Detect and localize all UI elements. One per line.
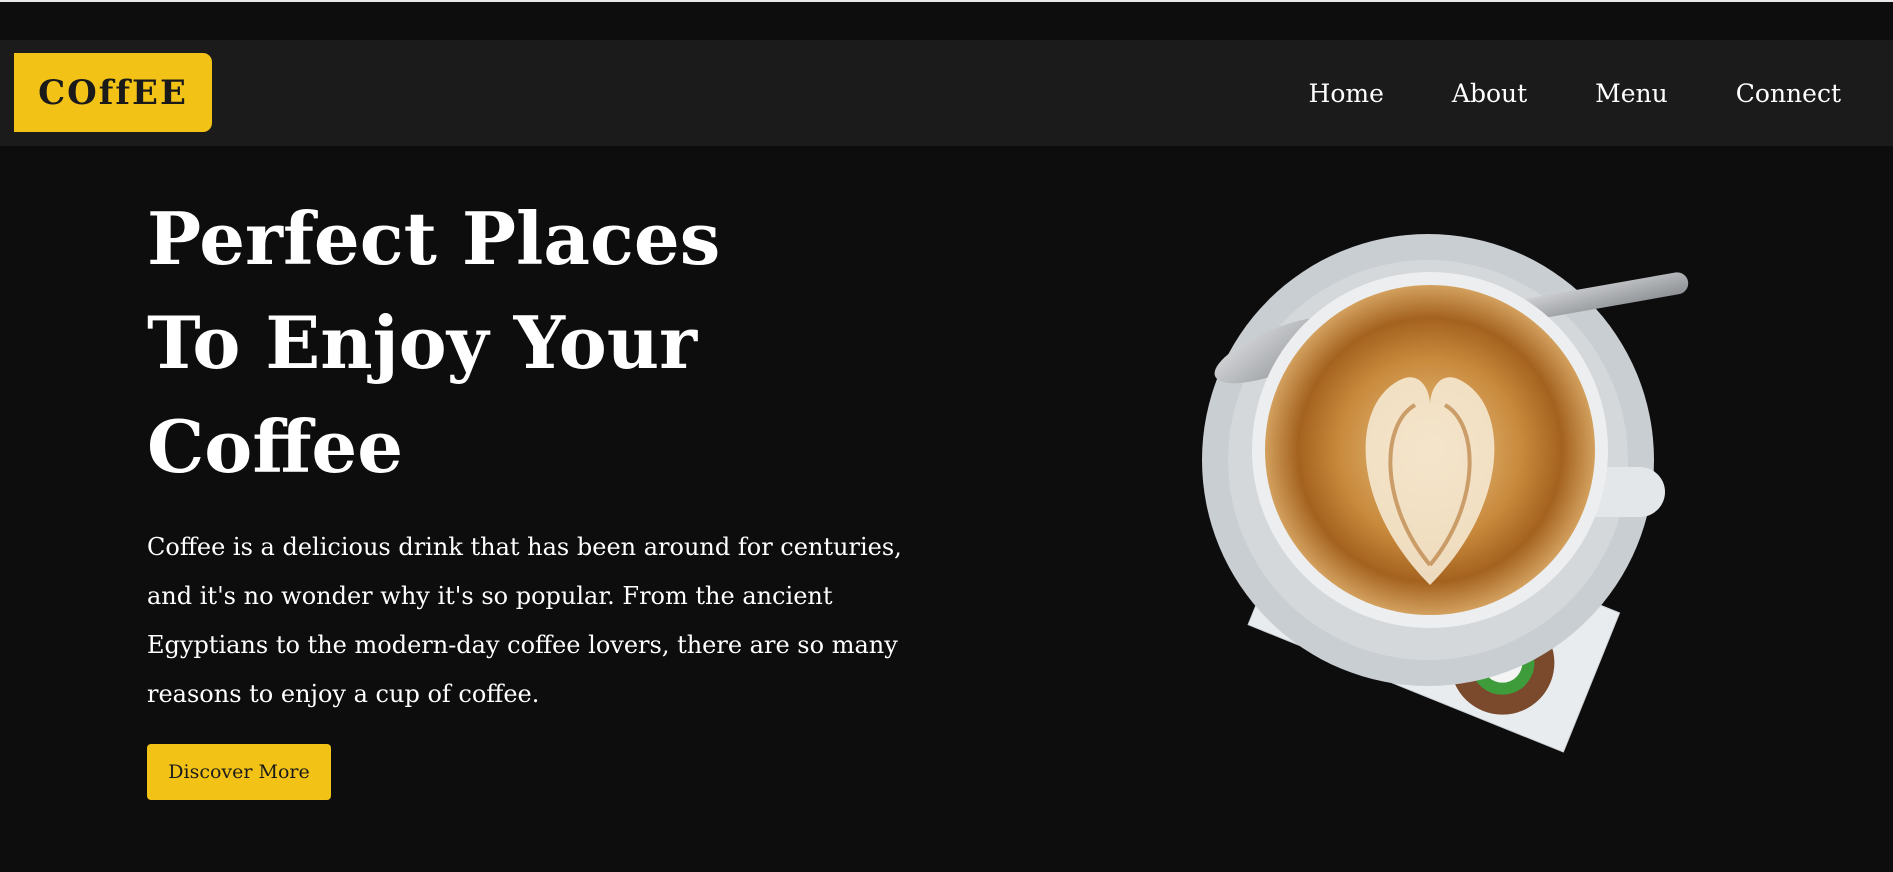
nav-link-about[interactable]: About	[1452, 79, 1527, 108]
discover-more-button[interactable]: Discover More	[147, 744, 331, 800]
hero-title-line-3: Coffee	[147, 404, 404, 489]
nav-links: Home About Menu Connect	[1241, 40, 1841, 146]
coffee-cup-image	[1202, 234, 1689, 753]
hero-title: Perfect Places To Enjoy Your Coffee	[147, 187, 767, 499]
nav-link-menu[interactable]: Menu	[1595, 79, 1668, 108]
hero-title-line-2: To Enjoy Your	[147, 300, 698, 385]
nav-link-home[interactable]: Home	[1309, 79, 1384, 108]
window-top-edge	[0, 0, 1893, 2]
brand-logo[interactable]: COffEE	[14, 53, 212, 132]
nav-link-connect[interactable]: Connect	[1736, 79, 1841, 108]
navbar: COffEE Home About Menu Connect	[0, 40, 1893, 146]
hero-title-line-1: Perfect Places	[147, 196, 721, 281]
hero-description: Coffee is a delicious drink that has bee…	[147, 533, 902, 708]
